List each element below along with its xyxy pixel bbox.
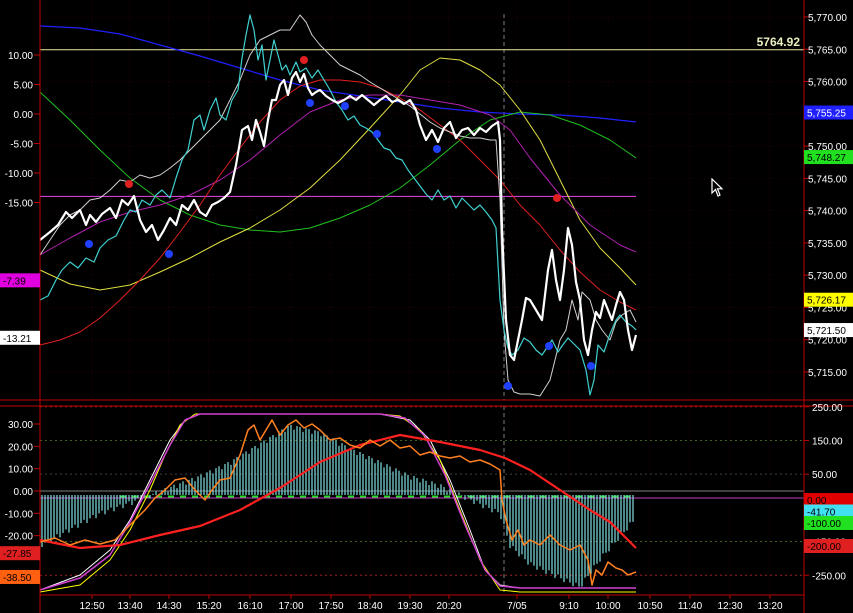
signal-dot: [504, 382, 512, 390]
x-tick-label: 13:40: [117, 601, 142, 612]
right-tick-label: 5,745.00: [808, 174, 847, 185]
signal-dot: [433, 145, 441, 153]
signal-dot: [553, 194, 561, 202]
axis-labels: 10.00 5.00 0.00 -5.00 -10.00 -15.00 5,770.00 5,…: [5, 13, 848, 612]
x-tick-label: 13:20: [757, 601, 782, 612]
right-tick-label: 5,715.00: [808, 368, 847, 379]
x-tick-label: 12:50: [79, 601, 104, 612]
right-tick-label: 5,740.00: [808, 207, 847, 218]
signal-dot: [165, 250, 173, 258]
x-tick-label: 14:30: [156, 601, 181, 612]
left-tick-label: -15.00: [5, 199, 34, 210]
reference-value-label: 5764.92: [757, 35, 801, 49]
x-tick-label: 17:50: [318, 601, 343, 612]
x-tick-label: 17:00: [278, 601, 303, 612]
right-tick-label: 250.00: [812, 403, 843, 414]
x-tick-label: 18:40: [357, 601, 382, 612]
left-tick-label: 10.00: [8, 51, 33, 62]
x-tick-label: 11:40: [678, 601, 703, 612]
right-price-badge: 5,721.50: [807, 326, 846, 337]
right-tick-label: 5,765.00: [808, 45, 847, 56]
left-osc-badge: -27.85: [3, 549, 32, 560]
left-value-badge: -7.39: [3, 276, 26, 287]
right-tick-label: 5,730.00: [808, 271, 847, 282]
x-tick-label: 15:20: [196, 601, 221, 612]
x-tick-label: 16:10: [237, 601, 262, 612]
signal-dot: [125, 180, 133, 188]
price-series-line: [39, 25, 637, 123]
right-tick-label: 5,735.00: [808, 239, 847, 250]
trading-chart: 10.00 5.00 0.00 -5.00 -10.00 -15.00 5,770.00 5,…: [0, 0, 853, 613]
x-tick-label: 10:00: [595, 601, 620, 612]
right-tick-label: 5,720.00: [808, 336, 847, 347]
left-value-badge: -13.21: [3, 334, 32, 345]
right-osc-badge: -200.00: [807, 542, 841, 553]
x-tick-label: 19:30: [397, 601, 422, 612]
right-price-badge: 5,748.27: [807, 153, 846, 164]
price-badges: 5,755.25 5,748.27 5,726.17 5,721.50 -7.39 -13…: [0, 105, 853, 584]
x-tick-label: 10:50: [637, 601, 662, 612]
panel-gap: [0, 400, 853, 406]
left-tick-label: 0.00: [14, 110, 34, 121]
right-price-badge: 5,755.25: [807, 109, 846, 120]
price-series-line: [39, 14, 637, 396]
signal-dot: [341, 102, 349, 110]
right-tick-label: -250.00: [812, 571, 846, 582]
left-tick-label: 30.00: [8, 420, 33, 431]
signal-dot: [300, 56, 308, 64]
x-tick-label: 7/05: [507, 601, 527, 612]
price-series-line: [39, 14, 637, 397]
left-tick-label: 0.00: [14, 487, 34, 498]
right-price-badge: 5,726.17: [807, 296, 846, 307]
signal-dot: [306, 99, 314, 107]
oscillator-histogram: [41, 424, 634, 587]
signal-dot: [85, 240, 93, 248]
right-tick-label: 150.00: [812, 436, 843, 447]
signal-dot: [545, 342, 553, 350]
mouse-cursor-icon: [711, 178, 724, 197]
right-tick-label: 5,760.00: [808, 78, 847, 89]
left-tick-label: -20.00: [5, 532, 34, 543]
x-tick-label: 9:10: [559, 601, 579, 612]
right-osc-badge: -100.00: [807, 519, 841, 530]
grid: [40, 2, 804, 595]
left-tick-label: 20.00: [8, 442, 33, 453]
right-tick-label: 5,770.00: [808, 13, 847, 24]
left-tick-label: -10.00: [5, 509, 34, 520]
left-tick-label: -5.00: [10, 140, 33, 151]
left-tick-label: 10.00: [8, 465, 33, 476]
left-osc-badge: -38.50: [3, 573, 32, 584]
left-tick-label: 5.00: [14, 81, 34, 92]
signal-dot: [587, 362, 595, 370]
x-tick-label: 12:30: [717, 601, 742, 612]
x-tick-label: 20:20: [436, 601, 461, 612]
chart-lines: [39, 14, 804, 593]
signal-dot: [373, 130, 381, 138]
chart-frame: [0, 0, 853, 613]
left-tick-label: -10.00: [5, 169, 34, 180]
price-series-line: [39, 94, 637, 256]
right-tick-label: 50.00: [812, 470, 837, 481]
